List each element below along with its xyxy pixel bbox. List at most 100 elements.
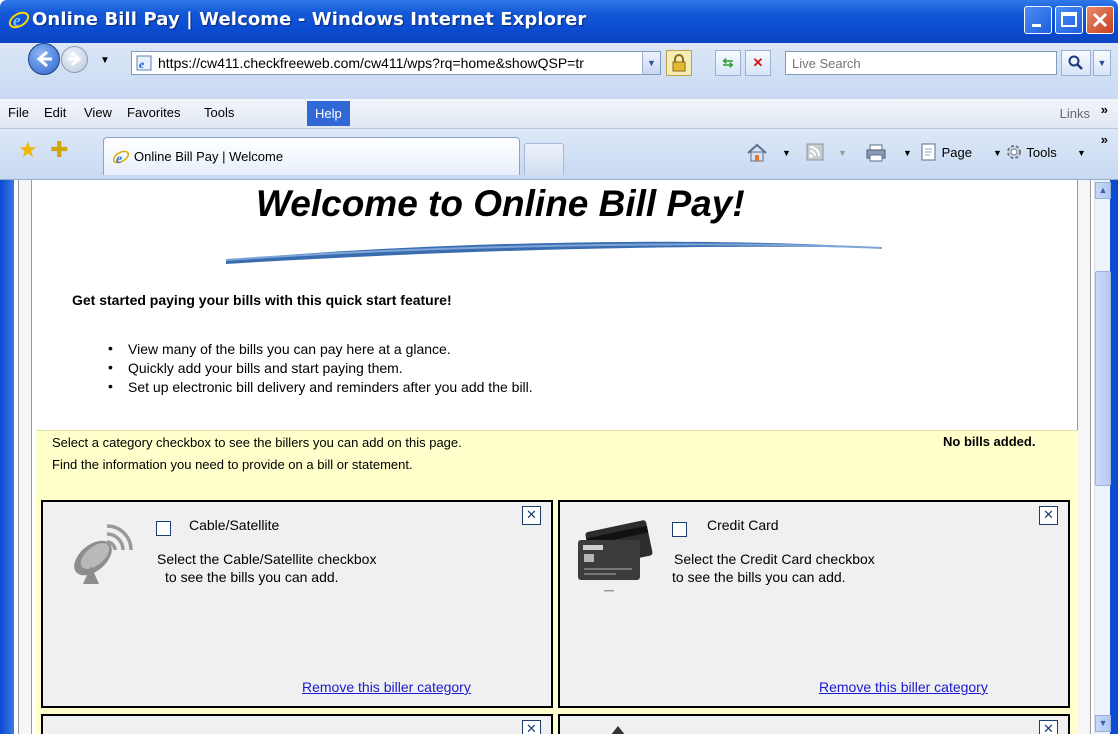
links-chevron-icon[interactable]: » — [1101, 102, 1108, 117]
command-bar-chevron-icon[interactable]: » — [1101, 132, 1108, 147]
chevron-up-icon: ▲ — [1098, 185, 1108, 195]
remove-category-link[interactable]: Remove this biller category — [302, 679, 471, 695]
stop-icon: ✕ — [752, 55, 764, 70]
page-menu-label: Page — [941, 145, 972, 160]
list-item: Quickly add your bills and start paying … — [108, 359, 533, 379]
category-description-line2: to see the bills you can add. — [672, 569, 846, 585]
window-frame-left — [0, 180, 14, 734]
credit-card-checkbox[interactable] — [672, 522, 687, 537]
close-icon: ✕ — [1043, 721, 1054, 734]
window-frame-right — [1110, 180, 1118, 734]
menu-bar: File Edit View Favorites Tools Help Link… — [0, 99, 1118, 129]
home-button[interactable] — [746, 143, 768, 166]
scroll-up-button[interactable]: ▲ — [1095, 182, 1111, 199]
list-item: Set up electronic bill delivery and remi… — [108, 378, 533, 398]
add-favorite-icon[interactable]: ✚ — [50, 137, 68, 163]
category-description-line2: to see the bills you can add. — [165, 569, 339, 585]
window-title: Online Bill Pay | Welcome - Windows Inte… — [32, 9, 587, 30]
feeds-dropdown[interactable]: ▼ — [838, 148, 847, 158]
chevron-down-icon: ▼ — [1098, 718, 1108, 728]
svg-text:e: e — [139, 57, 145, 71]
remove-category-link[interactable]: Remove this biller category — [819, 679, 988, 695]
address-bar[interactable]: e https://cw411.checkfreeweb.com/cw411/w… — [131, 51, 661, 75]
refresh-button[interactable]: ⇆ — [715, 50, 741, 76]
recent-pages-dropdown[interactable]: ▼ — [100, 55, 110, 66]
links-toolbar[interactable]: Links — [1060, 106, 1090, 121]
cable-satellite-checkbox[interactable] — [156, 521, 171, 536]
close-category-button[interactable]: ✕ — [1039, 720, 1058, 734]
intro-text: Get started paying your bills with this … — [72, 292, 452, 308]
page-dropdown[interactable]: ▼ — [993, 148, 1002, 158]
vertical-scrollbar[interactable]: ▲ ▼ — [1094, 180, 1111, 734]
minimize-icon — [1032, 24, 1041, 27]
page-icon: e — [136, 55, 152, 71]
scroll-thumb[interactable] — [1095, 271, 1111, 486]
home-dropdown[interactable]: ▼ — [782, 148, 791, 158]
home-icon — [747, 143, 767, 162]
tools-menu-label: Tools — [1026, 145, 1057, 160]
page-heading: Welcome to Online Bill Pay! — [256, 183, 745, 224]
search-input[interactable] — [786, 52, 1056, 74]
printer-icon — [866, 144, 886, 162]
category-title: Cable/Satellite — [189, 517, 280, 533]
menu-file[interactable]: File — [4, 105, 33, 120]
search-icon — [1068, 55, 1083, 70]
menu-help[interactable]: Help — [307, 101, 350, 126]
title-bar: e Online Bill Pay | Welcome - Windows In… — [0, 0, 1118, 43]
scroll-down-button[interactable]: ▼ — [1095, 715, 1111, 732]
page-border-left — [18, 180, 32, 734]
search-box[interactable] — [785, 51, 1057, 75]
category-hint-line1: Select a category checkbox to see the bi… — [52, 435, 462, 450]
category-card-cable-satellite: Cable/Satellite Select the Cable/Satelli… — [41, 500, 553, 708]
gear-icon — [1007, 145, 1021, 159]
forward-button[interactable] — [61, 46, 88, 73]
search-button[interactable] — [1061, 50, 1091, 76]
close-category-button[interactable]: ✕ — [1039, 506, 1058, 525]
page-menu-button[interactable]: Page — [920, 143, 972, 161]
print-button[interactable] — [865, 143, 887, 166]
tools-menu-button[interactable]: Tools — [1005, 143, 1057, 161]
menu-tools[interactable]: Tools — [200, 105, 238, 120]
category-card-partial: ✕ — [41, 714, 553, 734]
lock-icon — [672, 54, 686, 72]
tab-label: Online Bill Pay | Welcome — [134, 149, 284, 164]
close-category-button[interactable]: ✕ — [522, 720, 541, 734]
refresh-icon: ⇆ — [722, 55, 734, 70]
maximize-button[interactable] — [1055, 6, 1083, 34]
address-dropdown-button[interactable]: ▼ — [642, 52, 660, 74]
category-card-credit-card: Credit Card Select the Credit Card check… — [558, 500, 1070, 708]
minimize-button[interactable] — [1024, 6, 1052, 34]
bills-status: No bills added. — [943, 434, 1036, 449]
satellite-dish-icon — [74, 524, 133, 584]
new-tab-button[interactable] — [524, 143, 564, 175]
close-icon: ✕ — [526, 507, 537, 522]
list-item: View many of the bills you can pay here … — [108, 340, 533, 360]
menu-edit[interactable]: Edit — [40, 105, 70, 120]
search-options-dropdown[interactable]: ▼ — [1093, 50, 1111, 76]
tools-dropdown[interactable]: ▼ — [1077, 148, 1086, 158]
category-image-icon — [611, 726, 625, 734]
security-lock-button[interactable] — [666, 50, 692, 76]
category-hint-line2: Find the information you need to provide… — [52, 457, 413, 472]
close-category-button[interactable]: ✕ — [522, 506, 541, 525]
ie-logo-icon: e — [8, 11, 30, 30]
menu-favorites[interactable]: Favorites — [123, 105, 184, 120]
menu-view[interactable]: View — [80, 105, 116, 120]
category-card-partial: ✕ — [558, 714, 1070, 734]
back-arrow-icon — [36, 50, 52, 68]
page-border-right — [1077, 180, 1091, 734]
close-icon: ✕ — [526, 721, 537, 734]
address-url[interactable]: https://cw411.checkfreeweb.com/cw411/wps… — [158, 55, 623, 71]
close-icon: ✕ — [1043, 507, 1054, 522]
favorites-star-icon[interactable]: ★ — [18, 137, 38, 163]
stop-button[interactable]: ✕ — [745, 50, 771, 76]
tab-online-bill-pay[interactable]: e Online Bill Pay | Welcome — [103, 137, 520, 175]
close-window-button[interactable] — [1086, 6, 1114, 34]
back-button[interactable] — [28, 43, 60, 75]
credit-card-icon — [578, 520, 653, 592]
feeds-button[interactable] — [806, 143, 824, 164]
print-dropdown[interactable]: ▼ — [903, 148, 912, 158]
maximize-icon — [1061, 12, 1077, 27]
heading-swoosh-decoration — [225, 241, 883, 264]
page-icon — [921, 143, 936, 161]
